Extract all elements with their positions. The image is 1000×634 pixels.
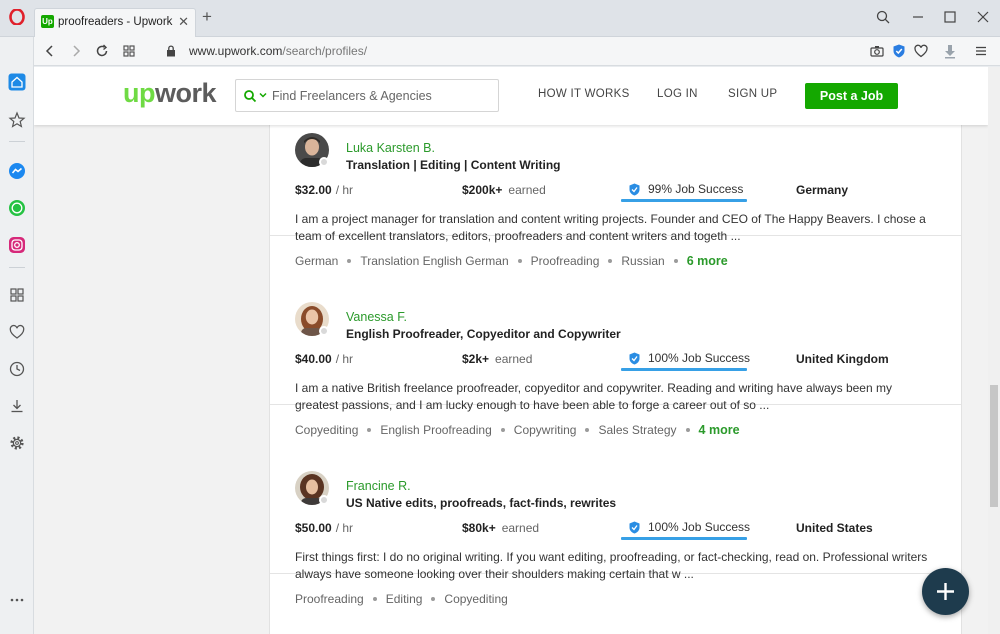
settings-gear-icon[interactable] <box>8 434 26 452</box>
scrollbar-thumb[interactable] <box>990 385 998 507</box>
freelancer-title: US Native edits, proofreads, fact-finds,… <box>346 496 617 510</box>
skills-list: Proofreading Editing Copyediting <box>295 592 508 606</box>
chevron-down-icon[interactable] <box>258 90 268 100</box>
job-success-badge-icon <box>629 521 640 534</box>
sidebar-divider <box>9 267 25 268</box>
freelancer-country: United States <box>796 521 873 535</box>
browser-tab-strip: Up proofreaders - Upwork ✕ + <box>0 0 1000 37</box>
url-field[interactable]: www.upwork.com/search/profiles/ <box>189 44 367 58</box>
job-success-bar <box>621 537 747 540</box>
speed-dial-icon[interactable] <box>8 286 26 304</box>
history-clock-icon[interactable] <box>8 360 26 378</box>
freelancer-title: Translation | Editing | Content Writing <box>346 158 561 172</box>
bookmarks-star-icon[interactable] <box>8 111 26 129</box>
more-dots-icon[interactable] <box>8 591 26 609</box>
nav-how-it-works[interactable]: HOW IT WORKS <box>538 88 630 100</box>
freelancer-card[interactable]: Francine R. US Native edits, proofreads,… <box>270 405 961 606</box>
back-icon[interactable] <box>42 43 58 59</box>
downloads-icon[interactable] <box>8 397 26 415</box>
tab-title: proofreaders - Upwork <box>58 16 173 28</box>
new-tab-icon[interactable]: + <box>202 8 212 25</box>
freelancer-name[interactable]: Vanessa F. <box>346 310 407 324</box>
total-earned: $200k+ earned <box>462 183 546 197</box>
search-icon[interactable] <box>243 89 257 103</box>
skill-tag[interactable]: Editing <box>386 592 423 606</box>
upwork-favicon-icon: Up <box>41 15 54 28</box>
job-success-bar <box>621 368 747 371</box>
search-input[interactable] <box>272 87 492 105</box>
menu-icon[interactable] <box>973 43 989 59</box>
tab-upwork[interactable]: Up proofreaders - Upwork ✕ <box>34 8 196 37</box>
freelancer-description: First things first: I do no original wri… <box>295 550 928 581</box>
upwork-logo[interactable]: upwork <box>123 78 217 109</box>
search-box <box>235 79 499 112</box>
camera-icon[interactable] <box>869 43 885 59</box>
tabs-grid-icon[interactable] <box>121 43 137 59</box>
skill-tag[interactable]: Copyediting <box>444 592 507 606</box>
hourly-rate: $50.00/ hr <box>295 521 354 535</box>
job-success-bar <box>621 199 747 202</box>
job-success-badge-icon <box>629 183 640 196</box>
freelancer-results-list: Luka Karsten B. Translation | Editing | … <box>269 125 962 634</box>
add-floating-button[interactable] <box>922 568 969 615</box>
skill-tag[interactable]: Proofreading <box>295 592 364 606</box>
page-scrollbar[interactable] <box>988 67 1000 634</box>
heart-icon[interactable] <box>913 43 929 59</box>
adblock-shield-icon[interactable] <box>891 43 907 59</box>
search-tabs-icon[interactable] <box>874 8 892 26</box>
forward-icon[interactable] <box>68 43 84 59</box>
home-icon[interactable] <box>8 73 26 91</box>
heart-icon[interactable] <box>8 323 26 341</box>
freelancer-country: Germany <box>796 183 849 197</box>
messenger-icon[interactable] <box>8 162 26 180</box>
close-window-icon[interactable] <box>974 8 992 26</box>
browser-sidebar <box>0 37 34 634</box>
freelancer-country: United Kingdom <box>796 352 889 366</box>
freelancer-name[interactable]: Luka Karsten B. <box>346 141 435 155</box>
maximize-icon[interactable] <box>941 8 959 26</box>
hourly-rate: $32.00/ hr <box>295 183 354 197</box>
web-page: upwork HOW IT WORKS LOG IN SIGN UP Post … <box>34 67 988 634</box>
sidebar-divider <box>9 141 25 142</box>
address-bar: www.upwork.com/search/profiles/ <box>34 37 1000 66</box>
upwork-header: upwork HOW IT WORKS LOG IN SIGN UP Post … <box>34 67 988 125</box>
hourly-rate: $40.00/ hr <box>295 352 354 366</box>
opera-logo-icon[interactable] <box>9 9 25 25</box>
url-path: /search/profiles/ <box>282 44 368 58</box>
total-earned: $2k+ earned <box>462 352 533 366</box>
job-success-score: 99% Job Success <box>648 182 744 196</box>
url-domain: www.upwork.com <box>189 44 283 58</box>
freelancer-title: English Proofreader, Copyeditor and Copy… <box>346 327 621 341</box>
online-status-dot <box>319 495 329 505</box>
online-status-dot <box>319 326 329 336</box>
job-success-badge-icon <box>629 352 640 365</box>
lock-icon[interactable] <box>164 44 178 58</box>
reload-icon[interactable] <box>94 43 110 59</box>
online-status-dot <box>319 157 329 167</box>
freelancer-card[interactable]: Vanessa F. English Proofreader, Copyedit… <box>270 236 961 437</box>
job-success-score: 100% Job Success <box>648 520 751 534</box>
nav-log-in[interactable]: LOG IN <box>657 88 698 100</box>
post-a-job-button[interactable]: Post a Job <box>805 83 898 109</box>
download-icon[interactable] <box>942 43 958 59</box>
plus-icon <box>937 583 954 600</box>
minimize-icon[interactable] <box>909 8 927 26</box>
instagram-icon[interactable] <box>8 236 26 254</box>
nav-sign-up[interactable]: SIGN UP <box>728 88 777 100</box>
tab-close-icon[interactable]: ✕ <box>178 14 189 30</box>
whatsapp-icon[interactable] <box>8 199 26 217</box>
job-success-score: 100% Job Success <box>648 351 751 365</box>
total-earned: $80k+ earned <box>462 521 540 535</box>
freelancer-name[interactable]: Francine R. <box>346 479 411 493</box>
